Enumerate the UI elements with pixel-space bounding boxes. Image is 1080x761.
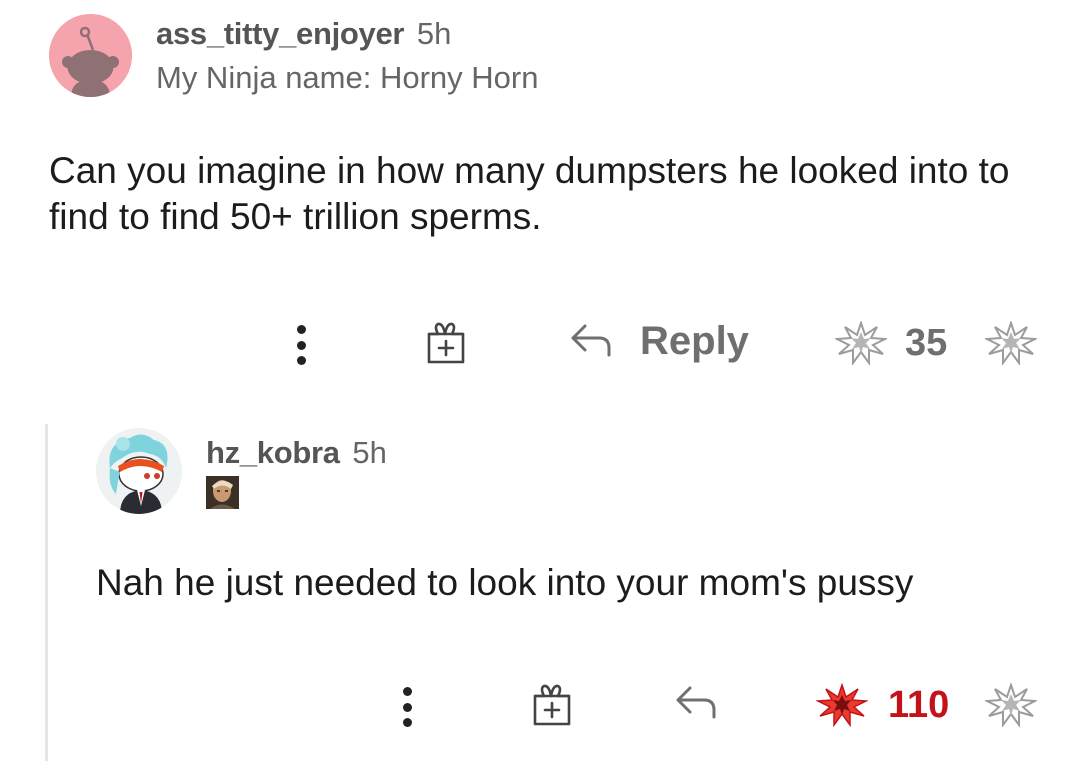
upvote-starburst-icon[interactable] <box>835 321 887 365</box>
flair-portrait-icon <box>206 476 239 509</box>
timestamp: 5h <box>352 435 387 470</box>
more-options-icon[interactable] <box>288 317 314 373</box>
reply-button[interactable]: Reply <box>640 316 749 366</box>
upvote-starburst-icon-active[interactable] <box>816 683 868 727</box>
gift-award-icon[interactable] <box>526 679 576 729</box>
comment-body: Can you imagine in how many dumpsters he… <box>49 150 1010 237</box>
gift-award-icon[interactable] <box>420 317 470 367</box>
comment-action-bar: Reply 35 <box>0 313 1080 383</box>
downvote-starburst-icon[interactable] <box>985 321 1037 365</box>
timestamp: 5h <box>416 16 452 51</box>
custom-snoo-avatar-icon <box>96 428 182 514</box>
reply-arrow-icon[interactable] <box>672 681 722 725</box>
username[interactable]: hz_kobra <box>206 435 340 470</box>
avatar[interactable] <box>96 428 182 514</box>
downvote-starburst-icon[interactable] <box>985 683 1037 727</box>
snoo-avatar-icon <box>49 14 132 97</box>
vote-count: 35 <box>905 322 948 364</box>
comment-action-bar: 110 <box>0 675 1080 745</box>
user-flair-emoji <box>206 476 239 509</box>
comment-body: Nah he just needed to look into your mom… <box>96 562 914 603</box>
comment-author-line: ass_titty_enjoyer 5h <box>156 14 451 54</box>
user-flair: My Ninja name: Horny Horn <box>156 60 539 95</box>
comment-author-line: hz_kobra 5h <box>206 433 387 473</box>
username[interactable]: ass_titty_enjoyer <box>156 16 405 51</box>
vote-count: 110 <box>888 684 950 726</box>
avatar[interactable] <box>49 14 132 97</box>
reply-arrow-icon[interactable] <box>567 319 617 363</box>
more-options-icon[interactable] <box>394 679 420 735</box>
